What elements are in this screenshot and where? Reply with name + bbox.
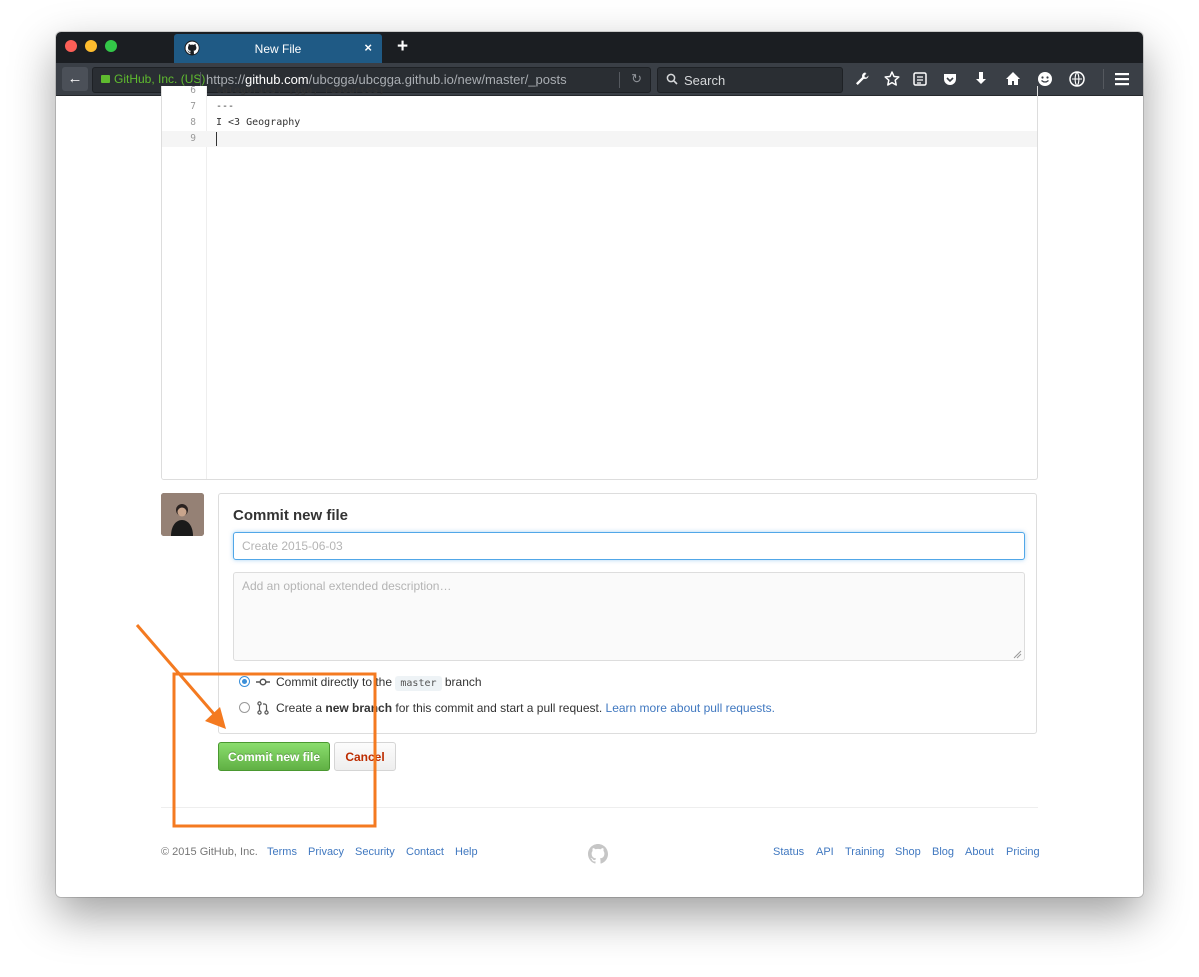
code-line[interactable]: 6 categories: [gga, resources] (162, 86, 1037, 99)
learn-more-pull-requests-link[interactable]: Learn more about pull requests. (606, 701, 775, 715)
lock-icon (101, 75, 110, 83)
footer-link-pricing[interactable]: Pricing (1006, 846, 1040, 858)
git-commit-icon (256, 678, 270, 686)
url-path: /ubcgga/ubcgga.github.io/new/master/_pos… (308, 72, 567, 87)
commit-direct-suffix: branch (444, 675, 482, 689)
cancel-button[interactable]: Cancel (334, 742, 396, 771)
reload-icon[interactable]: ↻ (631, 71, 642, 87)
url-domain: github.com (245, 72, 309, 87)
footer-link-about[interactable]: About (965, 846, 994, 858)
footer-link-api[interactable]: API (816, 846, 834, 858)
commit-direct-label: Commit directly to the master branch (276, 675, 482, 691)
footer-link-blog[interactable]: Blog (932, 846, 954, 858)
new-branch-bold: new branch (325, 701, 393, 715)
footer-link-privacy[interactable]: Privacy (308, 846, 344, 858)
commit-direct-prefix: Commit directly to the (276, 675, 393, 689)
line-text: categories: [gga, resources] (216, 86, 385, 96)
footer: © 2015 GitHub, Inc. Terms Privacy Securi… (161, 844, 1040, 864)
text-cursor (216, 132, 217, 146)
code-line[interactable]: 7 --- (162, 99, 1037, 115)
extension-icon[interactable] (1068, 70, 1086, 88)
close-window-button[interactable] (65, 40, 77, 52)
commit-new-file-button[interactable]: Commit new file (218, 742, 330, 771)
code-line-active[interactable]: 9 (162, 131, 1037, 147)
avatar[interactable] (161, 493, 204, 536)
line-number: 9 (190, 133, 196, 144)
tab-new-file[interactable]: New File × (174, 34, 382, 63)
commit-form: Commit new file Commit directly to the m… (218, 493, 1037, 734)
footer-link-training[interactable]: Training (845, 846, 884, 858)
site-identity[interactable]: GitHub, Inc. (US) (101, 72, 205, 86)
back-button[interactable]: ← (62, 67, 88, 91)
avatar-image (161, 493, 204, 536)
github-logo-icon[interactable] (588, 844, 608, 864)
commit-summary-input[interactable] (233, 532, 1025, 560)
code-editor[interactable]: 6 categories: [gga, resources] 7 --- 8 I… (161, 86, 1038, 480)
url-text[interactable]: https://github.com/ubcgga/ubcgga.github.… (206, 72, 567, 87)
new-branch-prefix: Create a (276, 701, 323, 715)
line-number: 6 (190, 86, 196, 96)
line-number: 7 (190, 101, 196, 112)
commit-direct-radio[interactable] (239, 676, 250, 687)
tab-close-icon[interactable]: × (364, 40, 372, 55)
maximize-window-button[interactable] (105, 40, 117, 52)
new-branch-radio[interactable] (239, 702, 250, 713)
line-text: I <3 Geography (216, 117, 301, 128)
footer-link-terms[interactable]: Terms (267, 846, 297, 858)
toolbar-separator (1103, 69, 1104, 89)
footer-link-shop[interactable]: Shop (895, 846, 921, 858)
footer-divider (161, 807, 1038, 808)
tab-title: New File (254, 42, 302, 56)
code-line[interactable]: 8 I <3 Geography (162, 115, 1037, 131)
footer-link-security[interactable]: Security (355, 846, 395, 858)
menu-icon[interactable] (1113, 70, 1131, 88)
footer-link-contact[interactable]: Contact (406, 846, 444, 858)
resize-handle-icon[interactable] (1013, 650, 1022, 659)
line-text: --- (216, 101, 235, 112)
hello-icon[interactable] (1036, 70, 1054, 88)
new-tab-button[interactable]: + (397, 36, 408, 58)
footer-link-help[interactable]: Help (455, 846, 478, 858)
footer-link-status[interactable]: Status (773, 846, 804, 858)
title-bar: New File × + (56, 32, 1143, 63)
commit-description-input[interactable] (233, 572, 1025, 661)
browser-window: New File × + ← GitHub, Inc. (US) https:/… (56, 32, 1143, 897)
page-content: 6 categories: [gga, resources] 7 --- 8 I… (56, 86, 1143, 897)
commit-form-title: Commit new file (233, 507, 349, 524)
git-pull-request-icon (257, 701, 269, 715)
new-branch-suffix: for this commit and start a pull request… (395, 701, 603, 715)
branch-name: master (395, 676, 442, 691)
minimize-window-button[interactable] (85, 40, 97, 52)
line-number: 8 (190, 117, 196, 128)
search-icon (666, 73, 678, 85)
url-prefix: https:// (206, 72, 246, 87)
new-branch-label: Create a new branch for this commit and … (276, 701, 775, 715)
identity-label: GitHub, Inc. (US) (114, 72, 206, 86)
footer-copyright: © 2015 GitHub, Inc. (161, 846, 258, 858)
